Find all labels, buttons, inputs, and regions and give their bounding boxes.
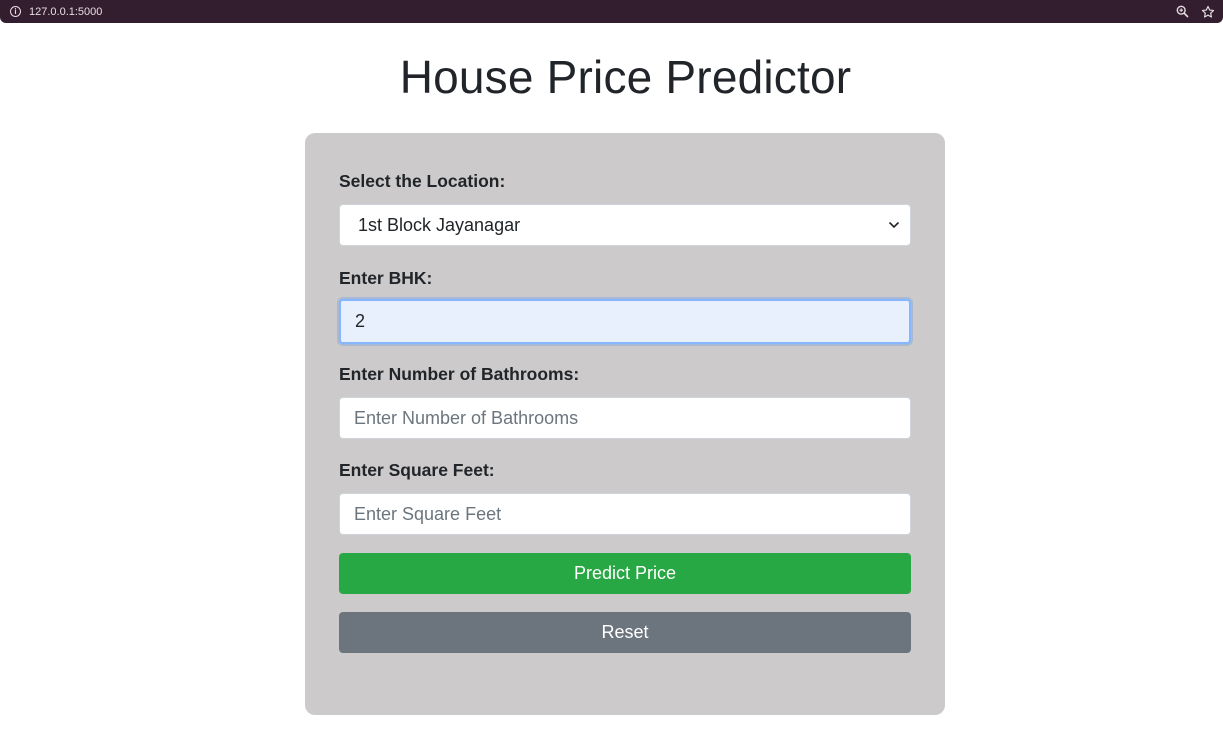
location-label: Select the Location:: [339, 171, 506, 191]
square-feet-label: Enter Square Feet:: [339, 460, 495, 480]
location-select[interactable]: 1st Block Jayanagar: [339, 204, 911, 246]
bathrooms-input[interactable]: [339, 397, 911, 439]
page-title: House Price Predictor: [399, 51, 852, 103]
bhk-label: Enter BHK:: [339, 268, 433, 288]
bookmark-star-icon[interactable]: [1201, 5, 1215, 19]
bathrooms-label: Enter Number of Bathrooms:: [339, 364, 580, 384]
bhk-input[interactable]: [339, 299, 911, 344]
square-feet-input[interactable]: [339, 493, 911, 535]
chevron-down-icon: [888, 221, 900, 229]
url-text[interactable]: 127.0.0.1:5000: [29, 6, 102, 18]
url-area[interactable]: i 127.0.0.1:5000: [10, 6, 102, 18]
predict-price-button[interactable]: Predict Price: [339, 553, 911, 594]
zoom-icon[interactable]: [1176, 5, 1189, 18]
reset-button[interactable]: Reset: [339, 612, 911, 653]
browser-actions: [1176, 5, 1215, 19]
info-icon[interactable]: i: [10, 6, 21, 17]
location-selected-value: 1st Block Jayanagar: [358, 214, 521, 235]
browser-address-bar: i 127.0.0.1:5000: [0, 0, 1223, 23]
